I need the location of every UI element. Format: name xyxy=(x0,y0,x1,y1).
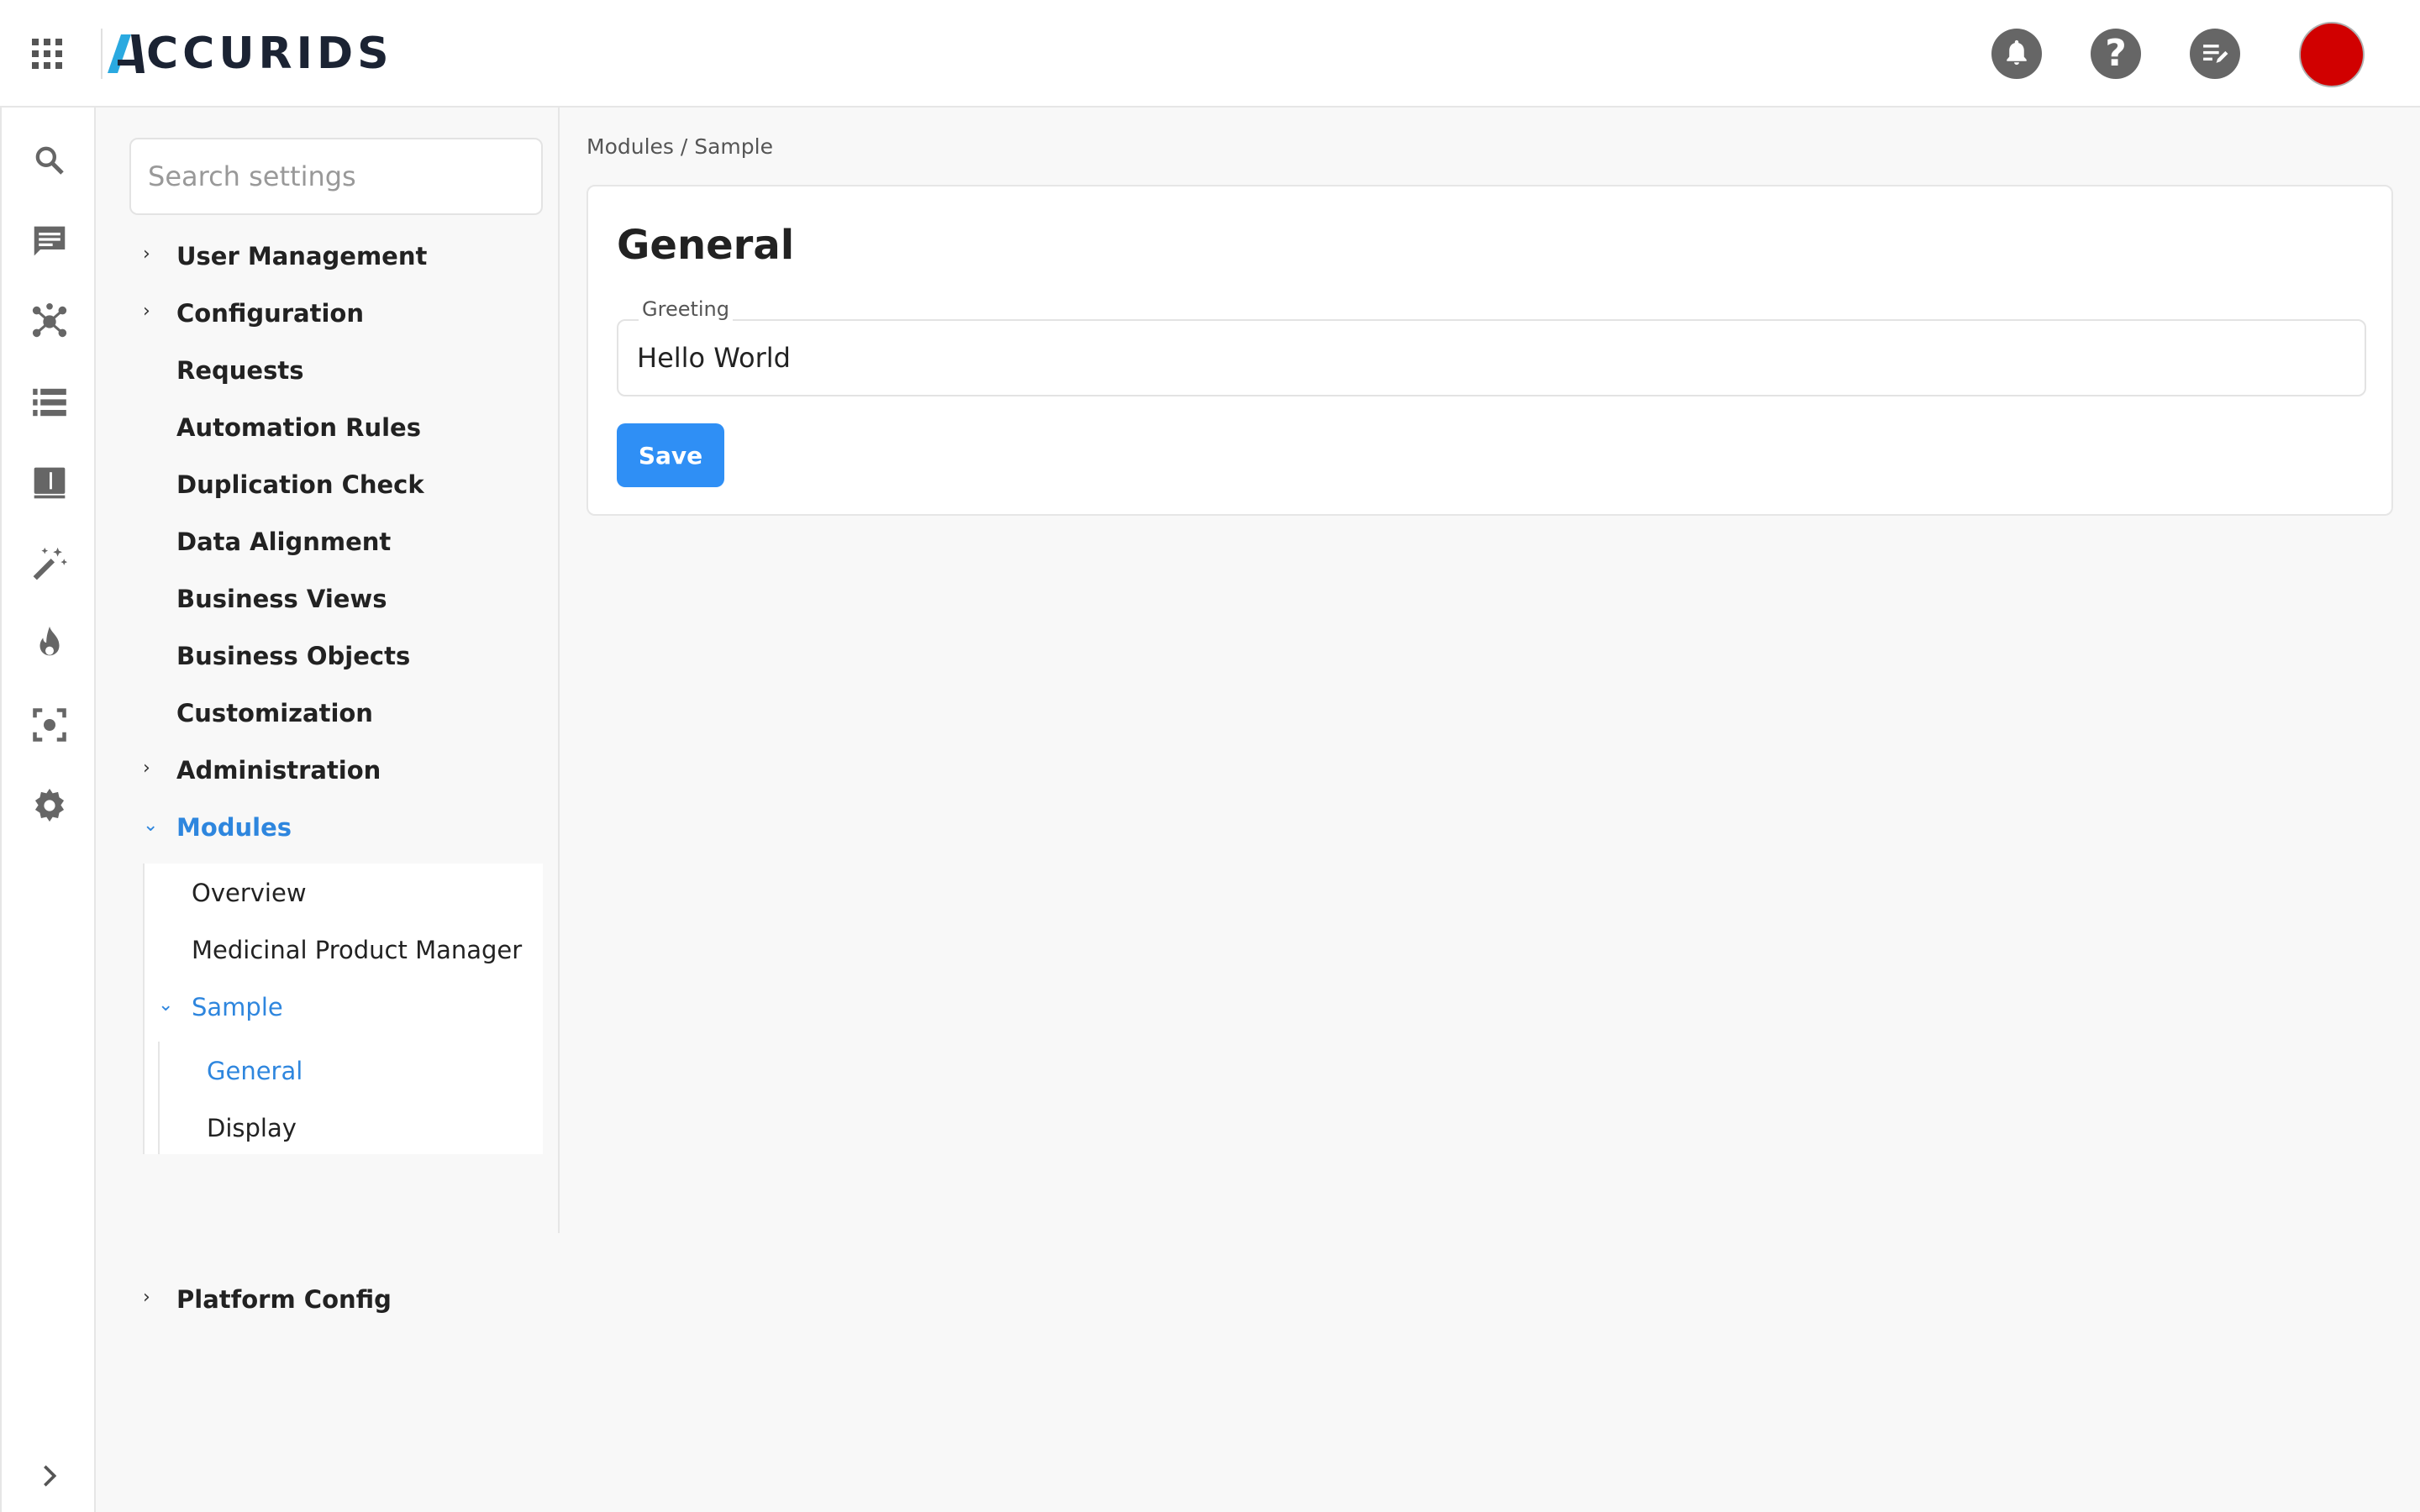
chevron-down-icon[interactable]: ⌄ xyxy=(158,995,173,1016)
apps-grid-icon[interactable] xyxy=(32,39,62,69)
nav-subitem-medicinal-product-manager[interactable]: Medicinal Product Manager xyxy=(192,936,522,964)
edit-notes-icon[interactable] xyxy=(2190,29,2240,79)
chevron-down-icon[interactable]: ⌄ xyxy=(143,815,158,836)
greeting-label: Greeting xyxy=(639,297,733,321)
gear-icon[interactable] xyxy=(30,786,69,825)
subtree-line xyxy=(143,864,145,1154)
chevron-right-icon[interactable]: › xyxy=(143,301,150,322)
search-settings-input[interactable]: Search settings xyxy=(129,138,543,215)
help-icon[interactable]: ? xyxy=(2091,29,2141,79)
nav-subitem-sample[interactable]: Sample xyxy=(192,993,283,1021)
avatar[interactable] xyxy=(2299,22,2365,87)
logo-text: CCURIDS xyxy=(146,29,393,79)
nav-item-data-alignment[interactable]: Data Alignment xyxy=(176,528,391,556)
nav-item-business-objects[interactable]: Business Objects xyxy=(176,642,410,670)
subtree-line xyxy=(158,1042,160,1154)
settings-card: General Hello World Greeting Save xyxy=(587,185,2393,516)
nav-item-modules[interactable]: Modules xyxy=(176,813,292,842)
nav-subitem-general[interactable]: General xyxy=(207,1057,302,1085)
chevron-right-icon[interactable]: › xyxy=(143,1287,150,1308)
nav-item-configuration[interactable]: Configuration xyxy=(176,299,364,328)
chevron-right-icon[interactable]: › xyxy=(143,244,150,265)
search-icon[interactable] xyxy=(30,141,69,180)
page-title: General xyxy=(617,222,795,269)
nav-item-automation-rules[interactable]: Automation Rules xyxy=(176,413,421,442)
magic-wand-icon[interactable] xyxy=(30,544,69,583)
nav-item-customization[interactable]: Customization xyxy=(176,699,373,727)
settings-nav: Search settings › User Management › Conf… xyxy=(96,108,560,1314)
logo-mark-icon xyxy=(101,29,103,79)
top-bar: CCURIDS ? xyxy=(0,0,2420,108)
nav-item-business-views[interactable]: Business Views xyxy=(176,585,387,613)
greeting-input[interactable]: Hello World xyxy=(617,319,2366,396)
nav-item-administration[interactable]: Administration xyxy=(176,756,381,785)
chat-icon[interactable] xyxy=(30,222,69,260)
chevron-right-icon[interactable] xyxy=(35,1462,64,1490)
logo-a-icon xyxy=(108,34,145,73)
notification-bell-icon[interactable] xyxy=(1991,29,2042,79)
nav-item-user-management[interactable]: User Management xyxy=(176,242,427,270)
nav-item-duplication-check[interactable]: Duplication Check xyxy=(176,470,424,499)
network-icon[interactable] xyxy=(30,302,69,341)
nav-subitem-overview[interactable]: Overview xyxy=(192,879,307,907)
fire-icon[interactable] xyxy=(30,625,69,664)
nav-item-requests[interactable]: Requests xyxy=(176,356,303,385)
breadcrumb: Modules / Sample xyxy=(587,134,773,159)
icon-rail xyxy=(0,108,96,1512)
list-icon[interactable] xyxy=(30,383,69,422)
logo[interactable]: CCURIDS xyxy=(101,25,393,82)
save-button[interactable]: Save xyxy=(617,423,724,487)
nav-item-platform-config[interactable]: Platform Config xyxy=(176,1285,392,1314)
chevron-right-icon[interactable]: › xyxy=(143,758,150,779)
nav-subitem-display[interactable]: Display xyxy=(207,1114,297,1142)
scan-focus-icon[interactable] xyxy=(30,706,69,744)
dictionary-icon[interactable] xyxy=(30,464,69,502)
